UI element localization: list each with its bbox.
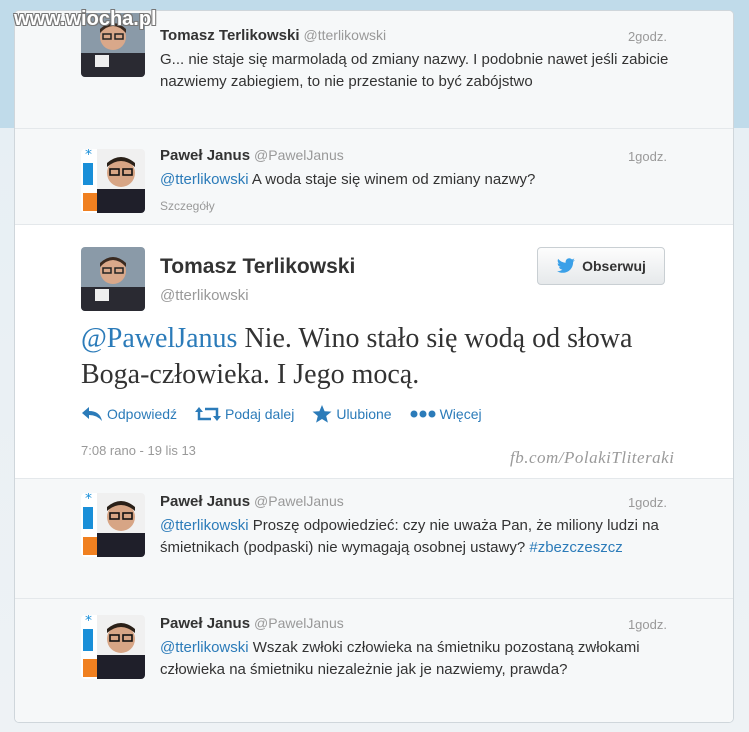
follow-button[interactable]: Obserwuj [537,247,665,285]
tweet-item[interactable]: * Paweł Janus @PawelJanus 1godz. @tterlik… [15,599,733,722]
reply-icon [82,407,102,421]
svg-text:*: * [85,615,92,629]
twitter-bird-icon [557,258,576,273]
avatar-janus[interactable]: * [81,149,145,213]
mention-link[interactable]: @PawelJanus [81,323,237,354]
tweet-item[interactable]: * Paweł Janus @PawelJanus 1godz. @tterlik… [15,129,733,225]
avatar-janus[interactable]: * [81,615,145,679]
tweet-text: @PawelJanus Nie. Wino stało się wodą od … [81,323,633,390]
svg-text:*: * [85,493,92,507]
details-link[interactable]: Szczegóły [160,199,215,213]
tweet-author[interactable]: Paweł Janus @PawelJanus [160,147,344,164]
tweet-time[interactable]: 1godz. [628,149,667,164]
favorite-button[interactable]: Ulubione [312,405,392,423]
tweet-author[interactable]: Paweł Janus @PawelJanus [160,493,344,510]
tweet-actions: Odpowiedź Podaj dalej Ulubione Więcej [81,405,482,423]
tweet-time[interactable]: 2godz. [628,29,667,44]
tweet-author[interactable]: Paweł Janus @PawelJanus [160,615,344,632]
mention-link[interactable]: @tterlikowski [160,639,249,656]
page-watermark: fb.com/PolakiTliteraki [510,448,675,467]
tweet-text: G... nie staje się marmoladą od zmiany n… [160,51,669,90]
retweet-button[interactable]: Podaj dalej [195,405,294,423]
tweet-author[interactable]: Tomasz Terlikowski [160,255,355,279]
tweet-time[interactable]: 1godz. [628,495,667,510]
expanded-tweet: Tomasz Terlikowski @tterlikowski Obserwu… [15,225,733,479]
more-button[interactable]: Więcej [410,405,482,423]
avatar-janus[interactable]: * [81,493,145,557]
tweet-text: @tterlikowski Proszę odpowiedzieć: czy n… [160,517,659,556]
mention-link[interactable]: @tterlikowski [160,171,249,188]
tweet-timestamp[interactable]: 7:08 rano - 19 lis 13 [81,443,196,458]
tweet-text: @tterlikowski A woda staje się winem od … [160,171,536,188]
tweet-handle[interactable]: @tterlikowski [160,287,249,304]
tweet-timeline: Tomasz Terlikowski @tterlikowski 2godz. G… [14,10,734,723]
mention-link[interactable]: @tterlikowski [160,517,249,534]
svg-text:*: * [85,149,92,163]
tweet-text: @tterlikowski Wszak zwłoki człowieka na … [160,639,640,678]
site-watermark: www.wiocha.pl [14,8,157,30]
avatar-terlikowski[interactable] [81,247,145,311]
star-icon [312,405,332,423]
reply-button[interactable]: Odpowiedź [81,405,177,423]
tweet-item[interactable]: * Paweł Janus @PawelJanus 1godz. @tterlik… [15,479,733,599]
tweet-time[interactable]: 1godz. [628,617,667,632]
tweet-author[interactable]: Tomasz Terlikowski @tterlikowski [160,27,386,44]
more-dots-icon [410,410,436,418]
retweet-icon [195,407,222,421]
hashtag-link[interactable]: #zbezczeszcz [529,539,622,556]
